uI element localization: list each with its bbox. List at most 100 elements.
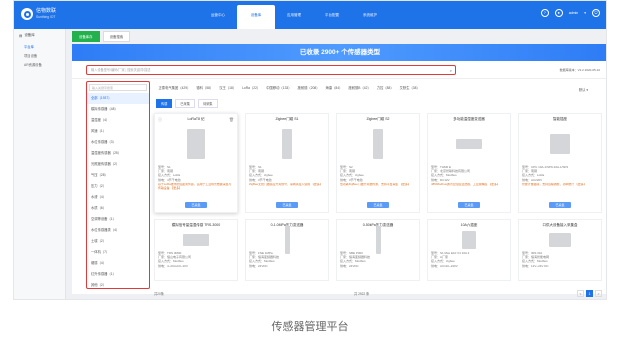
pagination: <1 >	[577, 290, 602, 297]
page-button[interactable]: >	[595, 290, 602, 297]
power-icon[interactable]: ⏻	[592, 9, 600, 17]
brand-filter-item[interactable]: 施耐德（208）	[298, 84, 320, 93]
brand-filter-item[interactable]: 力控（88）	[377, 84, 394, 93]
category-item[interactable]: 空调等设备（1）	[87, 214, 149, 225]
page-tabs: 设备库存 设备搜索	[72, 31, 131, 42]
device-card[interactable]: 10A六插座 型号：S1 Max E10 V4 10A 2 厂家：A厂家 接入方式：z…	[427, 219, 511, 281]
collect-button[interactable]: 已采集	[458, 202, 480, 208]
device-card[interactable]: ⓘ 🗑 LoRaT8 纪型号：S1 厂家：南钢 接入方式：LoRa 供电：4节干电池 基于L…	[154, 113, 238, 213]
device-description: 低功耗ZigBee门磁开关量检测，支持平台采集 【更多】	[340, 182, 411, 186]
more-link[interactable]: 【更多】	[488, 183, 500, 186]
page-tab[interactable]: 设备搜索	[102, 31, 131, 42]
more-link[interactable]: 【更多】	[399, 183, 411, 186]
category-panel: 输入关键字搜索 全部（1937） 模拟传感器（48） 温湿度（4） 风速（1） 水位传感…	[86, 81, 150, 289]
device-card[interactable]: 口供大设备接入采集盒 型号：IMS 310 厂家：恒海智能电网 接入方式：Modbus…	[518, 219, 602, 281]
brand-filter-item[interactable]: LoRa（22）	[242, 84, 260, 93]
search-icon[interactable]: ⌕	[450, 68, 452, 73]
collect-button[interactable]: 已采集	[367, 202, 389, 208]
sidebar-item[interactable]: 项目设备	[14, 51, 65, 60]
total-count: 共 2922 条	[354, 292, 370, 296]
category-item[interactable]: 水位传感器（3）	[87, 137, 149, 148]
app-window: 信物数联 Sunthing IOT 运营中心 设备库 应用管理 平台配置 系统维护 ? …	[13, 0, 607, 300]
device-image	[340, 226, 416, 254]
device-shape-icon	[282, 129, 292, 159]
category-item[interactable]: 气压（28）	[87, 170, 149, 181]
collect-button[interactable]: 已采集	[276, 202, 298, 208]
brand-filter-item[interactable]: 施耐德B（42）	[348, 84, 370, 93]
nav-item[interactable]: 平台配置	[313, 1, 351, 29]
database-icon: ▤	[19, 33, 23, 38]
category-item[interactable]: 土壤（2）	[87, 236, 149, 247]
category-item[interactable]: 其他（2）	[87, 280, 149, 291]
page-button[interactable]: 1	[586, 290, 593, 297]
device-card[interactable]: 模拟信号量温湿传感 TRS-3000 型号：TRS 3M00 厂家：恒山电子有限公司…	[154, 219, 238, 281]
device-title: Zigbee门磁 S2	[366, 117, 390, 121]
category-item[interactable]: 温湿度传感器（25）	[87, 148, 149, 159]
device-attr: 供电：24VDC	[340, 263, 359, 268]
main-nav: 运营中心 设备库 应用管理 平台配置 系统维护	[199, 1, 389, 29]
sidebar-header-label: 设备库	[24, 33, 35, 37]
category-item[interactable]: 一体机（7）	[87, 247, 149, 258]
device-shape-icon	[375, 226, 381, 254]
category-item[interactable]: 全部（1937）	[87, 93, 149, 104]
delete-icon[interactable]: 🗑	[229, 117, 234, 122]
device-card[interactable]: 智能插座 型号：CPU 10A-1/SP9-10A-1/SP2 厂家：南钢 接入方式：…	[518, 113, 602, 213]
brand: 信物数联 Sunthing IOT	[36, 8, 56, 20]
sub-tab[interactable]: 传感	[156, 99, 173, 108]
brand-filter-item[interactable]: 德科（58）	[196, 84, 213, 93]
device-image	[249, 125, 325, 163]
device-title: 10A六插座	[460, 223, 478, 227]
category-item[interactable]: 温湿度（4）	[87, 115, 149, 126]
page-tab[interactable]: 设备库存	[72, 31, 100, 42]
sort-select[interactable]: 默认 ▾	[579, 87, 588, 92]
category-item[interactable]: 水浸（4）	[87, 192, 149, 203]
help-icon[interactable]: ?	[540, 9, 549, 17]
category-search-input[interactable]: 输入关键字搜索	[89, 84, 147, 91]
user-avatar-icon[interactable]: ●	[554, 9, 563, 17]
user-name[interactable]: admin	[569, 11, 579, 15]
page-size[interactable]: 共20条	[154, 292, 164, 296]
search-input[interactable]: 输入设备型号/编码/厂家 | 搜索关键词/描述 ⌕	[86, 65, 456, 75]
more-link[interactable]: 【更多】	[311, 183, 323, 186]
sub-tab[interactable]: 已采集	[175, 99, 195, 108]
brand-filter-item[interactable]: 汉王（18）	[219, 84, 236, 93]
nav-item[interactable]: 设备库	[237, 5, 275, 29]
collect-button[interactable]: 已采集	[549, 202, 571, 208]
category-item[interactable]: 风速（1）	[87, 126, 149, 137]
category-item[interactable]: 光照度传感器（2）	[87, 159, 149, 170]
nav-item[interactable]: 系统维护	[351, 1, 389, 29]
brand-logo-icon	[21, 8, 33, 20]
sub-tab[interactable]: 待采集	[197, 99, 218, 108]
device-attr: 供电：4~20mA/0~10V	[158, 263, 188, 268]
device-card[interactable]: Zigbee门磁 S2 型号：S2 厂家：南钢 接入方式：zigbee 供电：3节干电池…	[336, 113, 420, 213]
info-icon[interactable]: ⓘ	[158, 117, 162, 123]
more-link[interactable]: 【更多】	[170, 186, 182, 190]
category-item[interactable]: 烟感（4）	[87, 258, 149, 269]
device-card[interactable]: 多功能温湿度变送器 型号：THM0 E 厂家：北京智联科技有限公司 接入方式：Modb…	[427, 113, 511, 213]
banner: 已收录 2900+ 个传感器类型	[72, 44, 606, 61]
page-button[interactable]: <	[577, 290, 584, 297]
figure-caption: 传感器管理平台	[271, 320, 349, 333]
sidebar-item[interactable]: 平台库	[14, 42, 65, 51]
category-item[interactable]: 模拟传感器（48）	[87, 104, 149, 115]
brand-filter-item[interactable]: 海康（84）	[326, 84, 343, 93]
device-shape-icon	[550, 134, 570, 154]
more-link[interactable]: 【更多】	[575, 183, 587, 186]
chevron-down-icon[interactable]: ▾	[584, 11, 586, 15]
nav-item[interactable]: 应用管理	[275, 1, 313, 29]
collect-button[interactable]: 已采集	[185, 202, 207, 208]
category-item[interactable]: 压力（2）	[87, 181, 149, 192]
sort-label: 默认	[578, 88, 586, 92]
category-item[interactable]: 红外传感器（1）	[87, 269, 149, 280]
device-shape-icon	[183, 234, 209, 246]
category-item[interactable]: 水位传感器类（4）	[87, 225, 149, 236]
category-item[interactable]: 水质（6）	[87, 203, 149, 214]
device-card[interactable]: Zigbee门磁 S1 型号：S1 厂家：南钢 接入方式：zigbee 供电：3节干电池…	[245, 113, 329, 213]
device-card[interactable]: 0-1.0MPa压力变送器 型号：FNE 1MPa 厂家：恒海变频器科技 接入方式：M…	[245, 219, 329, 281]
sidebar-item[interactable]: AR资源设备	[14, 60, 65, 69]
device-card[interactable]: 0-50kPa压力变送器 型号：SBE P300 厂家：恒海变频器科技 接入方式：Mo…	[336, 219, 420, 281]
brand-filter-item[interactable]: 中国移动（133）	[266, 84, 291, 93]
nav-item[interactable]: 运营中心	[199, 1, 237, 29]
brand-filter-item[interactable]: 艾默生（38）	[400, 84, 420, 93]
brand-filter-item[interactable]: 正泰电气集团（429）	[158, 84, 190, 93]
